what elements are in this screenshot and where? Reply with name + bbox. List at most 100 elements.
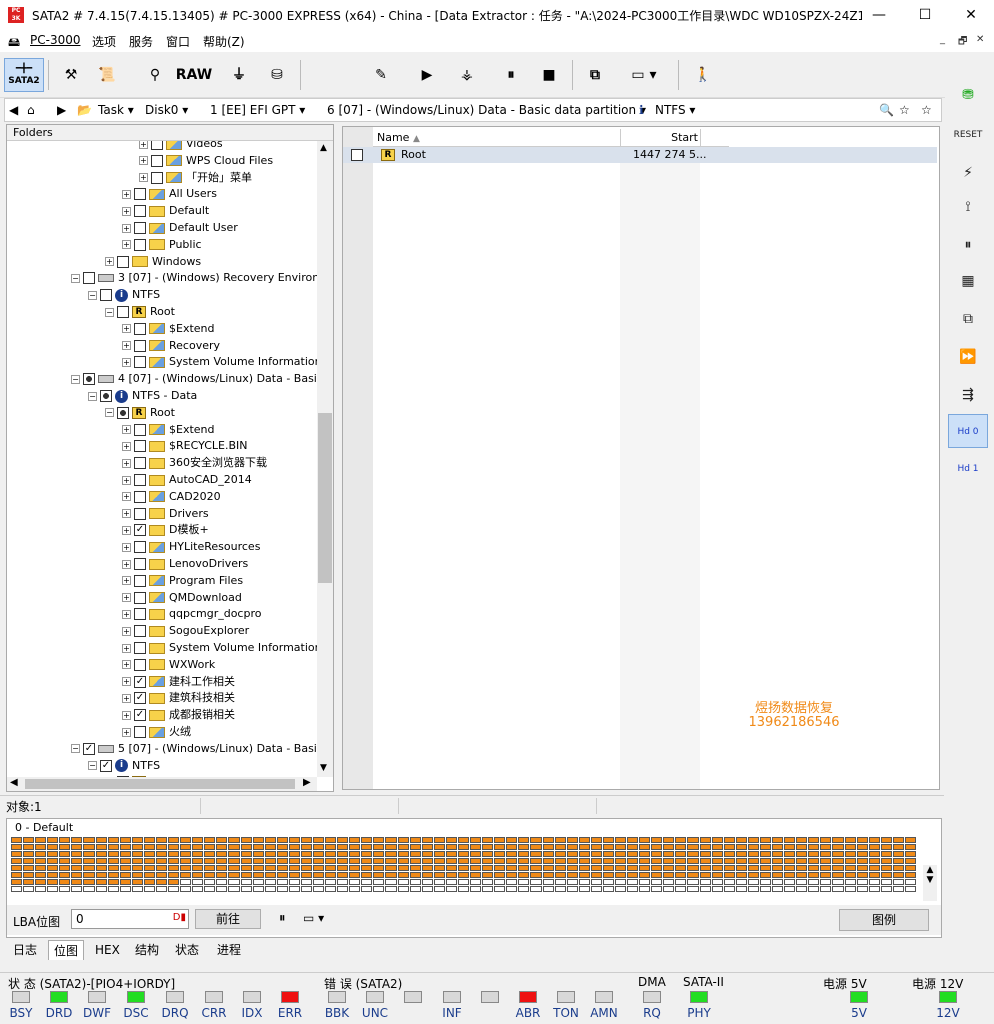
tree-node[interactable]: + Program Files (122, 572, 243, 589)
tree-checkbox[interactable] (134, 474, 146, 486)
sata-port-button[interactable]: ━╋━ SATA2 (4, 58, 44, 92)
expand-icon[interactable]: + (122, 492, 131, 502)
expand-icon[interactable]: + (122, 643, 131, 653)
tree-checkbox[interactable]: ✓ (134, 524, 146, 537)
tree-checkbox[interactable] (134, 608, 146, 621)
table-row[interactable]: R Root 1447 274 5... (343, 147, 937, 163)
expand-icon[interactable]: + (122, 189, 131, 199)
tree-checkbox[interactable] (151, 171, 163, 184)
disk-export-icon[interactable]: ⛁ (264, 58, 290, 92)
expand-icon[interactable]: + (122, 609, 131, 619)
tab-log[interactable]: 日志 (8, 940, 42, 960)
tree-checkbox[interactable] (100, 289, 112, 302)
expand-icon[interactable]: + (122, 626, 131, 636)
tree-checkbox[interactable] (134, 440, 146, 453)
lba-bitmap-grid[interactable] (11, 837, 917, 893)
bitmap-scrollbar[interactable]: ▲ ▼ (923, 865, 937, 901)
tree-node[interactable]: + HYLiteResources (122, 538, 260, 555)
expand-icon[interactable]: + (122, 441, 131, 451)
expand-icon[interactable]: + (139, 173, 148, 183)
tree-node[interactable]: + ✓ 成都报销相关 (122, 706, 235, 723)
lba-input[interactable]: 0 D▮ (71, 909, 189, 929)
database-icon[interactable]: ⛃ (948, 78, 988, 112)
tree-checkbox[interactable]: ✓ (134, 692, 146, 705)
equalizer-icon[interactable]: ⏚ (226, 58, 252, 92)
tree-node[interactable]: + AutoCAD_2014 (122, 471, 252, 488)
sata-cable-icon[interactable]: ⇶ (948, 378, 988, 412)
binoculars-icon[interactable]: ⚲ (142, 58, 168, 92)
menu-window[interactable]: 窗口 (166, 33, 190, 50)
expand-icon[interactable]: + (122, 324, 131, 334)
mdi-close-button[interactable]: ✕ (976, 34, 984, 45)
reset-icon[interactable]: RESET (948, 118, 988, 152)
expand-icon[interactable]: + (105, 257, 114, 267)
tree-checkbox[interactable] (134, 356, 146, 369)
tree-checkbox[interactable] (134, 558, 146, 570)
tree-node[interactable]: + 「开始」菜单 (139, 169, 252, 186)
tree-node[interactable]: + WPS Cloud Files (139, 152, 273, 169)
collapse-icon[interactable]: − (88, 290, 97, 300)
tree-horizontal-scrollbar[interactable]: ◀ ▶ (7, 777, 317, 791)
tree-node[interactable]: + All Users (122, 185, 217, 202)
tab-process[interactable]: 进程 (212, 940, 246, 960)
tab-bitmap[interactable]: 位图 (48, 940, 85, 960)
mdi-restore-button[interactable]: 🗗 (958, 34, 967, 51)
expand-icon[interactable]: + (122, 458, 131, 468)
expand-icon[interactable]: + (139, 156, 148, 166)
collapse-icon[interactable]: − (105, 408, 114, 418)
mdi-minimize-button[interactable]: _ (940, 34, 945, 45)
scroll-thumb[interactable] (318, 413, 332, 583)
tree-checkbox[interactable] (134, 238, 146, 251)
pause-icon[interactable]: ⏸ (498, 58, 524, 92)
pc3000-menu-icon[interactable]: 🖴 (8, 33, 20, 54)
tree-node[interactable]: + Public (122, 236, 202, 253)
tree-node[interactable]: − R Root (105, 303, 175, 320)
tab-structure[interactable]: 结构 (130, 940, 164, 960)
tree-checkbox[interactable] (134, 322, 146, 335)
tree-node[interactable]: + $RECYCLE.BIN (122, 437, 247, 454)
menu-help[interactable]: 帮助(Z) (203, 33, 245, 50)
go-button[interactable]: 前往 (195, 909, 261, 929)
play-icon[interactable]: ▶ (414, 58, 440, 92)
search-icon[interactable]: 🔍 (879, 103, 894, 117)
tree-node[interactable]: + ✓ 建科工作相关 (122, 673, 235, 690)
tree-checkbox[interactable] (83, 373, 95, 386)
scroll-left-icon[interactable]: ◀ (10, 777, 18, 788)
sata-forward-icon[interactable]: ⏩ (948, 340, 988, 374)
tree-checkbox[interactable] (117, 306, 129, 318)
tree-process-icon[interactable]: ⚶ (450, 58, 484, 92)
path-disk[interactable]: Disk0 ▾ (145, 103, 188, 117)
copy-close-icon[interactable]: ⧉ (948, 302, 988, 336)
path-task[interactable]: Task ▾ (98, 103, 134, 117)
tree-checkbox[interactable] (83, 272, 95, 285)
power-probe-icon[interactable]: ⚡ (948, 156, 988, 190)
tree-checkbox[interactable] (134, 490, 146, 503)
tree-checkbox[interactable] (117, 406, 129, 419)
tree-checkbox[interactable] (151, 141, 163, 150)
tree-checkbox[interactable] (134, 642, 146, 654)
path-filesystem[interactable]: NTFS ▾ (655, 103, 695, 117)
collapse-icon[interactable]: − (105, 307, 114, 317)
expand-icon[interactable]: + (122, 710, 131, 720)
tree-node[interactable]: + System Volume Information (122, 639, 317, 656)
collapse-icon[interactable]: − (71, 374, 80, 384)
expand-icon[interactable]: + (139, 141, 148, 149)
tree-checkbox[interactable] (134, 591, 146, 604)
tree-node[interactable]: + ✓ 建筑科技相关 (122, 689, 235, 706)
scroll-up-icon[interactable]: ▲ (320, 143, 327, 153)
expand-icon[interactable]: + (122, 677, 131, 687)
tab-status[interactable]: 状态 (170, 940, 204, 960)
tree-node[interactable]: − 4 [07] - (Windows/Linux) Data - Basic d… (71, 370, 317, 387)
tree-node[interactable]: + Default (122, 202, 209, 219)
expand-icon[interactable]: + (122, 542, 131, 552)
expand-icon[interactable]: + (122, 559, 131, 569)
tree-node[interactable]: + WXWork (122, 656, 215, 673)
scroll-down-icon[interactable]: ▼ (320, 763, 327, 773)
tree-checkbox[interactable] (134, 188, 146, 201)
minimize-button[interactable]: — (856, 0, 902, 30)
bitmap-pause-icon[interactable]: ⏸ (279, 911, 286, 926)
collapse-icon[interactable]: − (88, 761, 97, 771)
tree-checkbox[interactable]: ✓ (100, 759, 112, 772)
legend-button[interactable]: 图例 (839, 909, 929, 931)
io-meter-icon[interactable]: ⟟ (948, 190, 988, 224)
